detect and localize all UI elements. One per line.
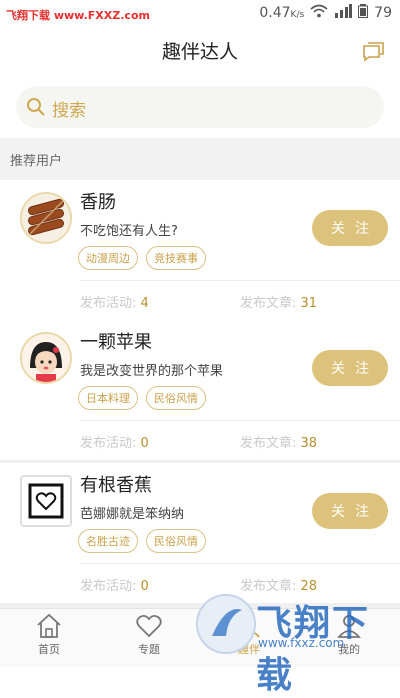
tab-topics[interactable]: 专题 [114, 613, 184, 657]
interest-tag[interactable]: 日本料理 [78, 386, 138, 410]
heart-icon [136, 614, 162, 638]
avatar[interactable] [20, 192, 72, 244]
section-label: 推荐用户 [10, 154, 63, 169]
user-bio: 我是改变世界的那个苹果 [80, 364, 224, 379]
watermark-logo: 飞翔下载 www.fxxz.com [196, 590, 396, 696]
article-stat: 发布文章: 31 [240, 296, 318, 311]
wifi-icon [310, 4, 328, 22]
user-name[interactable]: 一颗苹果 [80, 328, 152, 354]
watermark-url: www.fxxz.com [258, 636, 345, 650]
user-name[interactable]: 香肠 [80, 188, 116, 214]
page-title: 趣伴达人 [161, 41, 238, 63]
user-card[interactable]: 一颗苹果 我是改变世界的那个苹果 日本料理 民俗风情 关注 发布活动: 0 发布… [0, 320, 400, 465]
interest-tag[interactable]: 民俗风情 [146, 386, 206, 410]
tab-home[interactable]: 首页 [14, 613, 84, 657]
activity-stat: 发布活动: 4 [80, 296, 149, 311]
section-header: 推荐用户 [0, 138, 400, 180]
divider [80, 420, 400, 421]
divider [80, 280, 400, 281]
tag-list: 名胜古迹 民俗风情 [78, 529, 206, 553]
search-placeholder: 搜索 [52, 101, 86, 121]
avatar[interactable] [20, 332, 72, 384]
user-card[interactable]: 有根香蕉 芭娜娜就是笨纳纳 名胜古迹 民俗风情 关注 发布活动: 0 发布文章:… [0, 463, 400, 608]
activity-stat: 发布活动: 0 [80, 579, 149, 594]
avatar[interactable] [20, 475, 72, 527]
user-card[interactable]: 香肠 不吃饱还有人生? 动漫周边 竞技赛事 关注 发布活动: 4 发布文章: 3… [0, 180, 400, 325]
home-icon [37, 613, 61, 638]
search-input[interactable]: 搜索 [16, 86, 384, 128]
status-bar-right: 0.47K/s 79 [259, 4, 392, 22]
battery-icon [358, 4, 369, 22]
user-bio: 不吃饱还有人生? [80, 224, 178, 239]
interest-tag[interactable]: 名胜古迹 [78, 529, 138, 553]
status-bar-site: 飞翔下载 www.FXXZ.com [6, 9, 150, 22]
chat-bubble-icon[interactable] [362, 40, 386, 66]
interest-tag[interactable]: 民俗风情 [146, 529, 206, 553]
signal-icon [334, 4, 353, 22]
search-icon [26, 97, 46, 121]
follow-button[interactable]: 关注 [312, 210, 388, 246]
follow-button[interactable]: 关注 [312, 493, 388, 529]
net-speed: 0.47K/s [259, 5, 305, 21]
user-name[interactable]: 有根香蕉 [80, 471, 152, 497]
heart-avatar-image [22, 477, 70, 525]
battery-level: 79 [374, 5, 392, 21]
user-bio: 芭娜娜就是笨纳纳 [80, 507, 185, 522]
tag-list: 日本料理 民俗风情 [78, 386, 206, 410]
girl-avatar-image [22, 334, 70, 382]
follow-button[interactable]: 关注 [312, 350, 388, 386]
status-bar: 飞翔下载 www.FXXZ.com 0.47K/s 79 [0, 0, 400, 28]
watermark-emblem-icon [196, 594, 256, 654]
activity-stat: 发布活动: 0 [80, 436, 149, 451]
title-bar: 趣伴达人 [0, 28, 400, 76]
divider [80, 563, 400, 564]
sausage-avatar-image [22, 194, 70, 242]
tag-list: 动漫周边 竞技赛事 [78, 246, 206, 270]
article-stat: 发布文章: 38 [240, 436, 318, 451]
interest-tag[interactable]: 竞技赛事 [146, 246, 206, 270]
interest-tag[interactable]: 动漫周边 [78, 246, 138, 270]
